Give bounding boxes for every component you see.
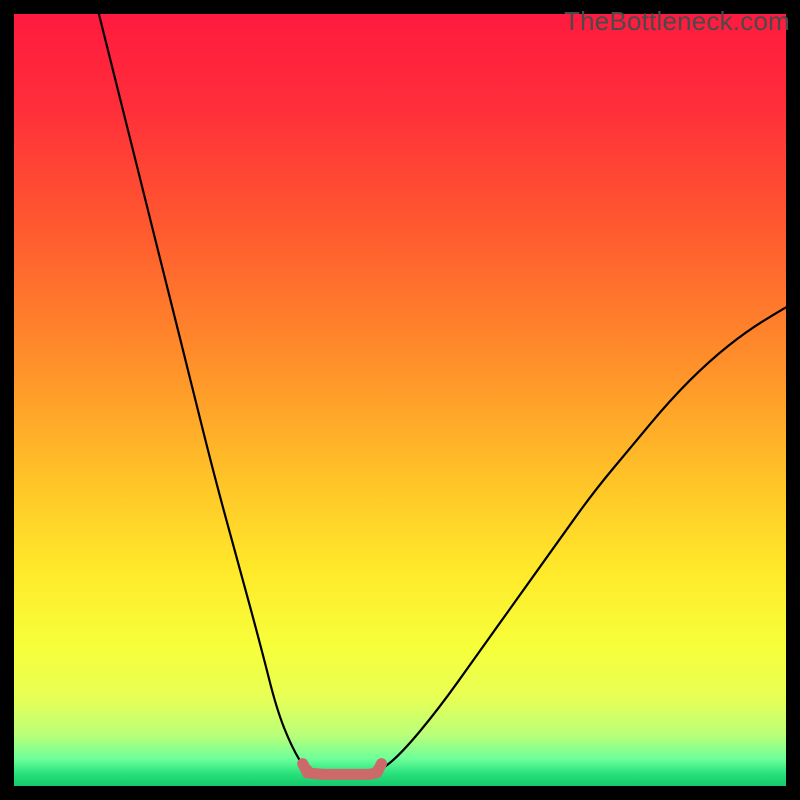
endpoint-marker — [372, 765, 382, 775]
watermark-text: TheBottleneck.com — [564, 6, 790, 37]
chart-root: TheBottleneck.com — [0, 0, 800, 800]
endpoint-marker — [308, 768, 318, 778]
bottleneck-chart — [0, 0, 800, 800]
